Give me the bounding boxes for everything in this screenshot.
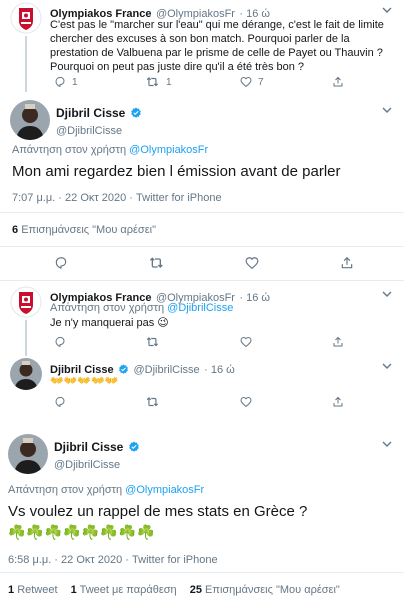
reply-to-handle[interactable]: @OlympiakosFr: [125, 484, 204, 496]
quotes-stat[interactable]: 1 Tweet με παράθεση: [71, 584, 180, 596]
chevron-down-icon[interactable]: [382, 290, 392, 298]
like-button[interactable]: 7: [240, 76, 264, 88]
heart-icon[interactable]: [245, 256, 259, 270]
heart-icon[interactable]: [240, 336, 252, 348]
likes-count: 25: [189, 584, 202, 596]
avatar[interactable]: [10, 2, 42, 34]
retweet-icon[interactable]: [146, 396, 160, 408]
avatar[interactable]: [10, 100, 50, 140]
reply-icon: [55, 77, 65, 87]
likes-count: 6: [12, 224, 19, 236]
tweet-timestamp[interactable]: 6:58 μ.μ. · 22 Οκτ 2020 · Twitter for iP…: [8, 554, 218, 566]
retweets-count: 1: [8, 584, 15, 596]
thread-panel-bottom: Djibril Cisse @DjibrilCisse Απάντηση στο…: [0, 432, 404, 600]
verified-badge-icon: [129, 441, 139, 452]
reply-to-prefix: Απάντηση στον χρήστη: [8, 484, 123, 496]
tweet-timestamp[interactable]: 7:07 μ.μ. · 22 Οκτ 2020 · Twitter for iP…: [12, 192, 222, 204]
quotes-label: Tweet με παράθεση: [79, 584, 177, 596]
retweet-icon[interactable]: [149, 256, 165, 270]
tweet-actions: [54, 336, 344, 348]
retweet-button[interactable]: 1: [146, 76, 172, 88]
chevron-down-icon[interactable]: [382, 440, 392, 448]
retweets-stat[interactable]: 1 Retweet: [8, 584, 61, 596]
retweets-label: Retweet: [17, 584, 58, 596]
reply-context: Απάντηση στον χρήστη @OlympiakosFr: [12, 144, 208, 156]
likes-label: Επισημάνσεις "Μου αρέσει": [21, 224, 156, 236]
thread-connector: [25, 36, 27, 92]
likes-stat[interactable]: 25 Επισημάνσεις "Μου αρέσει": [190, 584, 340, 596]
share-icon: [333, 76, 343, 87]
avatar[interactable]: [10, 286, 42, 318]
author-handle[interactable]: @DjibrilCisse: [133, 364, 199, 376]
tweet-time[interactable]: · 16 ώ: [204, 364, 235, 376]
tweet-text: Vs voulez un rappel de mes stats en Grèc…: [8, 503, 308, 520]
retweet-icon: [146, 77, 159, 87]
reply-button[interactable]: 1: [54, 76, 78, 88]
chevron-down-icon[interactable]: [382, 362, 392, 370]
likes-stat[interactable]: 6 Επισημάνσεις "Μου αρέσει": [12, 224, 156, 236]
author-name[interactable]: Djibril Cisse: [54, 440, 123, 454]
tweet-text: 👐👐👐👐👐: [50, 375, 119, 387]
reply-context: Απάντηση στον χρήστη @OlympiakosFr: [8, 484, 204, 496]
reply-icon[interactable]: [54, 336, 66, 348]
tweet-main-cisse: Djibril Cisse @DjibrilCisse Απάντηση στο…: [0, 96, 404, 236]
tweet-text: C'est pas le "marcher sur l'eau" qui me …: [50, 19, 384, 73]
verified-badge-icon: [131, 107, 141, 118]
like-count: 7: [258, 76, 264, 88]
main-tweet-actions: [54, 256, 354, 270]
reply-count: 1: [72, 76, 78, 88]
reply-icon[interactable]: [54, 256, 68, 270]
tweet-emoji-line: ☘️☘️☘️☘️☘️☘️☘️☘️: [8, 524, 156, 540]
likes-label: Επισημάνσεις "Μου αρέσει": [205, 584, 340, 596]
screenshot-separator: [0, 422, 404, 432]
tweet-olympiakos-parent[interactable]: Olympiakos France @OlympiakosFr · 16 ώ C…: [0, 0, 404, 92]
verified-badge-icon: [119, 364, 128, 374]
tweet-actions: [54, 396, 344, 408]
avatar[interactable]: [10, 358, 42, 390]
tweet-reply-cisse[interactable]: Djibril Cisse @DjibrilCisse · 16 ώ 👐👐👐👐👐: [0, 356, 404, 422]
share-icon[interactable]: [332, 336, 344, 348]
thread-connector: [25, 320, 27, 356]
chevron-down-icon[interactable]: [382, 6, 392, 14]
reply-context: Απάντηση στον χρήστη @DjibrilCisse: [50, 302, 233, 314]
tweet-text: Mon ami regardez bien l émission avant d…: [12, 163, 341, 180]
heart-icon: [240, 76, 252, 88]
divider: [0, 572, 404, 573]
author-block[interactable]: Djibril Cisse @DjibrilCisse: [54, 438, 140, 471]
divider: [0, 280, 404, 281]
author-block[interactable]: Djibril Cisse @DjibrilCisse: [56, 104, 142, 137]
tweet-actions: 1 1 7: [54, 76, 344, 88]
share-icon[interactable]: [340, 256, 354, 270]
author-handle[interactable]: @DjibrilCisse: [56, 125, 142, 137]
reply-to-handle[interactable]: @OlympiakosFr: [129, 144, 208, 156]
tweet-time[interactable]: · 16 ώ: [239, 292, 270, 304]
reply-icon[interactable]: [54, 396, 66, 408]
author-name[interactable]: Djibril Cisse: [56, 106, 125, 120]
author-handle[interactable]: @DjibrilCisse: [54, 459, 140, 471]
divider: [0, 212, 404, 213]
avatar[interactable]: [8, 434, 48, 474]
reply-to-prefix: Απάντηση στον χρήστη: [50, 302, 165, 314]
retweet-icon[interactable]: [146, 336, 160, 348]
retweet-count: 1: [166, 76, 172, 88]
engagement-stats: 1 Retweet 1 Tweet με παράθεση 25 Επισημά…: [8, 584, 340, 596]
divider: [0, 246, 404, 247]
reply-to-handle[interactable]: @DjibrilCisse: [167, 302, 233, 314]
quotes-count: 1: [70, 584, 77, 596]
thread-panel-top: Olympiakos France @OlympiakosFr · 16 ώ C…: [0, 0, 404, 422]
chevron-down-icon[interactable]: [382, 106, 392, 114]
share-icon[interactable]: [332, 396, 344, 408]
tweet-text: Je n'y manquerai pas 😉: [50, 317, 169, 329]
heart-icon[interactable]: [240, 396, 252, 408]
engagement-stats: 6 Επισημάνσεις "Μου αρέσει": [0, 224, 404, 240]
reply-to-prefix: Απάντηση στον χρήστη: [12, 144, 127, 156]
tweet-reply-olympiakos[interactable]: Olympiakos France @OlympiakosFr · 16 ώ Α…: [0, 282, 404, 356]
share-button[interactable]: [332, 76, 344, 88]
